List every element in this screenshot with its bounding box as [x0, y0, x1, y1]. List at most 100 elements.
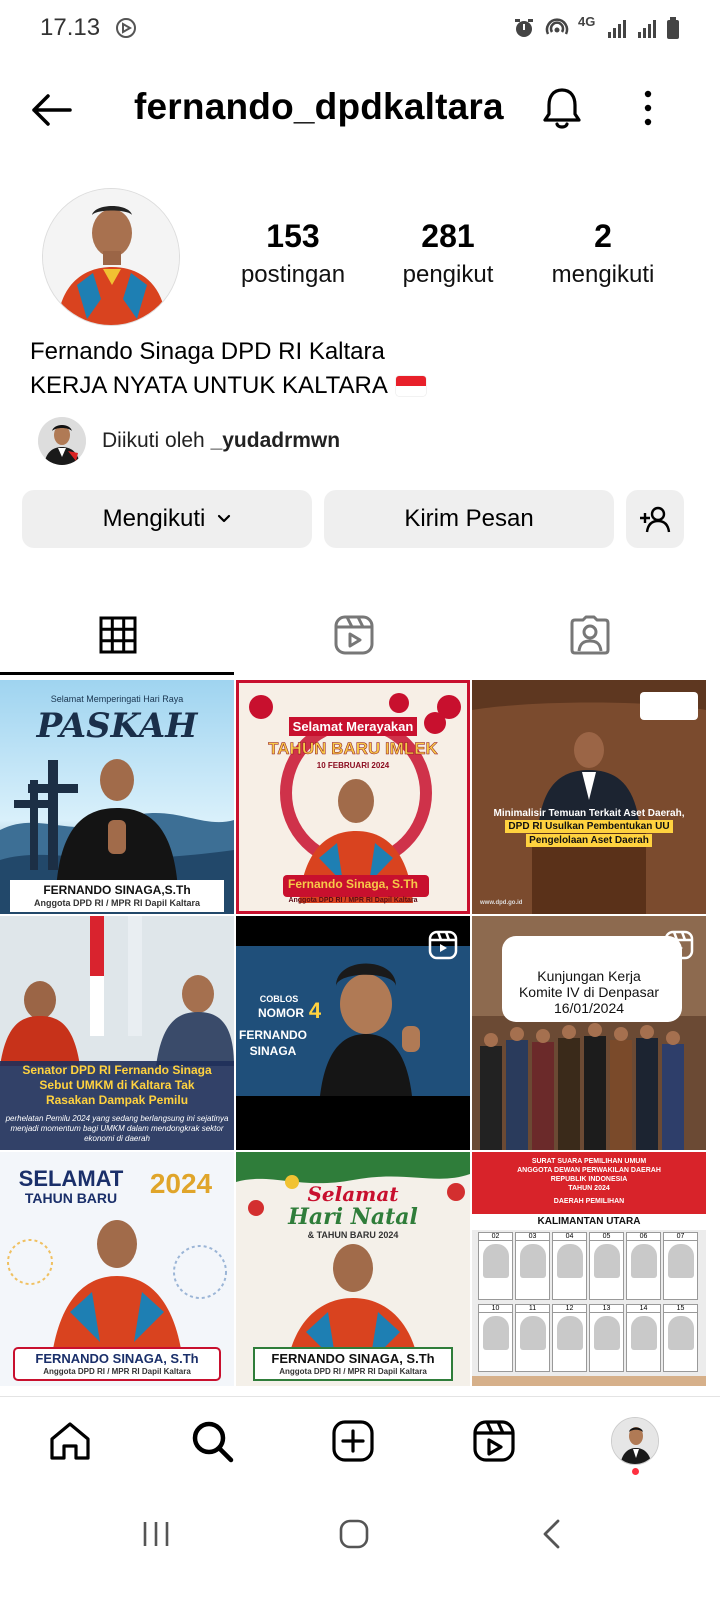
post-caption: FERNANDO SINAGA, S.Th: [271, 1351, 435, 1366]
ballot-number: 13: [590, 1305, 623, 1313]
recent-apps-button[interactable]: [132, 1510, 180, 1558]
home-icon: [50, 1422, 90, 1460]
grid-icon: [99, 616, 137, 654]
post-caption: FERNANDO SINAGA, S.Th: [35, 1351, 199, 1366]
alarm-icon: [515, 19, 533, 37]
ballot-candidate: 15: [663, 1304, 698, 1372]
post-caption: Komite IV di Denpasar: [518, 984, 660, 1000]
ballot-photo: [593, 1316, 620, 1350]
ballot-photo: [630, 1316, 657, 1350]
following-button[interactable]: Mengikuti: [22, 490, 312, 548]
send-message-button[interactable]: Kirim Pesan: [324, 490, 614, 548]
following-count[interactable]: 2 mengikuti: [523, 218, 683, 289]
nav-reels[interactable]: [470, 1417, 518, 1465]
tab-tagged[interactable]: [472, 596, 708, 674]
post-caption: FERNANDO SINAGA,S.Th: [43, 883, 191, 897]
reel-badge-icon: [428, 930, 458, 960]
post-tile[interactable]: Selamat Hari Natal & TAHUN BARU 2024 FER…: [236, 1152, 470, 1386]
ballot-candidate: 04: [552, 1232, 587, 1300]
signal-icon-1: [608, 20, 626, 38]
post-caption: Senator DPD RI Fernando Sinaga: [22, 1063, 212, 1077]
post-caption: 4: [308, 998, 322, 1023]
create-icon: [332, 1420, 374, 1462]
profile-tabs: [0, 596, 720, 678]
follower-avatar: [38, 417, 86, 465]
post-caption: 16/01/2024: [553, 1000, 625, 1016]
post-caption: perhelatan Pemilu 2024 yang sedang berla…: [5, 1114, 229, 1143]
post-tile[interactable]: Senator DPD RI Fernando Sinaga Sebut UMK…: [0, 916, 234, 1150]
nav-create[interactable]: [329, 1417, 377, 1465]
post-tile[interactable]: Selamat Memperingati Hari Raya PASKAH FE…: [0, 680, 234, 914]
reels-icon: [334, 615, 374, 655]
nav-home[interactable]: [46, 1417, 94, 1465]
tagged-icon: [570, 615, 610, 655]
nav-search[interactable]: [188, 1417, 236, 1465]
post-caption: Rasakan Dampak Pemilu: [45, 1093, 189, 1107]
send-message-label: Kirim Pesan: [404, 505, 534, 532]
ballot-photo: [667, 1316, 694, 1350]
home-system-button[interactable]: [330, 1510, 378, 1558]
post-tile[interactable]: SURAT SUARA PEMILIHAN UMUM ANGGOTA DEWAN…: [472, 1152, 706, 1386]
ballot-candidate: 14: [626, 1304, 661, 1372]
ballot-number: 02: [479, 1233, 512, 1241]
profile-header: fernando_dpdkaltara: [0, 70, 720, 150]
back-system-icon: [543, 1519, 560, 1549]
posts-count: 153 postingan: [213, 218, 373, 289]
post-tile[interactable]: Minimalisir Temuan Terkait Aset Daerah, …: [472, 680, 706, 914]
ballot-candidate: 11: [515, 1304, 550, 1372]
post-caption: www.dpd.go.id: [480, 900, 523, 906]
nav-profile[interactable]: [611, 1417, 659, 1465]
post-caption: Pengelolaan Aset Daerah: [472, 834, 706, 847]
bio-text: KERJA NYATA UNTUK KALTARA: [30, 372, 388, 399]
following-count-label: mengikuti: [551, 261, 655, 288]
post-caption: DPD RI Usulkan Pembentukan UU: [472, 820, 706, 833]
tab-posts-grid[interactable]: [0, 596, 236, 674]
post-caption: Anggota DPD RI / MPR RI Dapil Kaltara: [43, 1367, 191, 1376]
ballot-number: 05: [590, 1233, 623, 1241]
post-caption: TAHUN 2024: [568, 1185, 610, 1192]
status-bar: 17.13 4G: [0, 0, 720, 56]
ballot-photo: [667, 1244, 694, 1278]
status-time: 17.13: [40, 14, 101, 41]
followed-by-text: Diikuti oleh _yudadrmwn: [102, 429, 340, 453]
profile-username: fernando_dpdkaltara: [134, 86, 504, 127]
profile-avatar[interactable]: [42, 188, 180, 326]
add-person-icon: [640, 506, 671, 533]
post-tile[interactable]: Kunjungan Kerja Komite IV di Denpasar 16…: [472, 916, 706, 1150]
post-caption: FERNANDO: [239, 1028, 307, 1042]
ballot-candidate: 05: [589, 1232, 624, 1300]
post-caption: Hari Natal: [288, 1204, 418, 1230]
ballot-grid: 02 03 04 05 06 07 10 11 12 13 14 15: [478, 1232, 700, 1374]
system-nav-bar: [0, 1488, 720, 1600]
notification-dot: [632, 1468, 639, 1475]
back-system-button[interactable]: [528, 1510, 576, 1558]
ballot-number: 15: [664, 1305, 697, 1313]
post-caption: ANGGOTA DEWAN PERWAKILAN DAERAH: [517, 1167, 661, 1174]
followed-by[interactable]: Diikuti oleh _yudadrmwn: [38, 416, 340, 466]
ballot-candidate: 07: [663, 1232, 698, 1300]
more-vertical-icon[interactable]: [636, 86, 660, 130]
ballot-number: 07: [664, 1233, 697, 1241]
post-caption: Selamat: [307, 1182, 399, 1206]
followed-by-user[interactable]: _yudadrmwn: [211, 429, 341, 452]
tab-reels[interactable]: [236, 596, 472, 674]
ballot-number: 06: [627, 1233, 660, 1241]
bottom-nav: [0, 1396, 720, 1482]
ballot-number: 12: [553, 1305, 586, 1313]
post-caption: Minimalisir Temuan Terkait Aset Daerah,: [493, 808, 685, 819]
post-tile[interactable]: SELAMAT TAHUN BARU 2024 FERNANDO SINAGA,…: [0, 1152, 234, 1386]
posts-count-value: 153: [266, 218, 320, 254]
bell-icon[interactable]: [540, 84, 584, 132]
post-caption: Selamat Memperingati Hari Raya: [50, 694, 184, 704]
followers-count[interactable]: 281 pengikut: [368, 218, 528, 289]
post-caption: Kunjungan Kerja: [537, 968, 641, 984]
post-caption: & TAHUN BARU 2024: [307, 1230, 399, 1240]
post-tile[interactable]: COBLOS NOMOR 4 FERNANDO SINAGA: [236, 916, 470, 1150]
following-button-label: Mengikuti: [102, 505, 206, 532]
post-tile[interactable]: Selamat Merayakan TAHUN BARU IMLEK 10 FE…: [236, 680, 470, 914]
ballot-candidate: 13: [589, 1304, 624, 1372]
post-caption: PASKAH: [36, 706, 198, 746]
suggested-users-button[interactable]: [626, 490, 684, 548]
back-arrow-icon[interactable]: [28, 90, 76, 130]
post-caption: Anggota DPD RI / MPR RI Dapil Kaltara: [279, 1367, 427, 1376]
